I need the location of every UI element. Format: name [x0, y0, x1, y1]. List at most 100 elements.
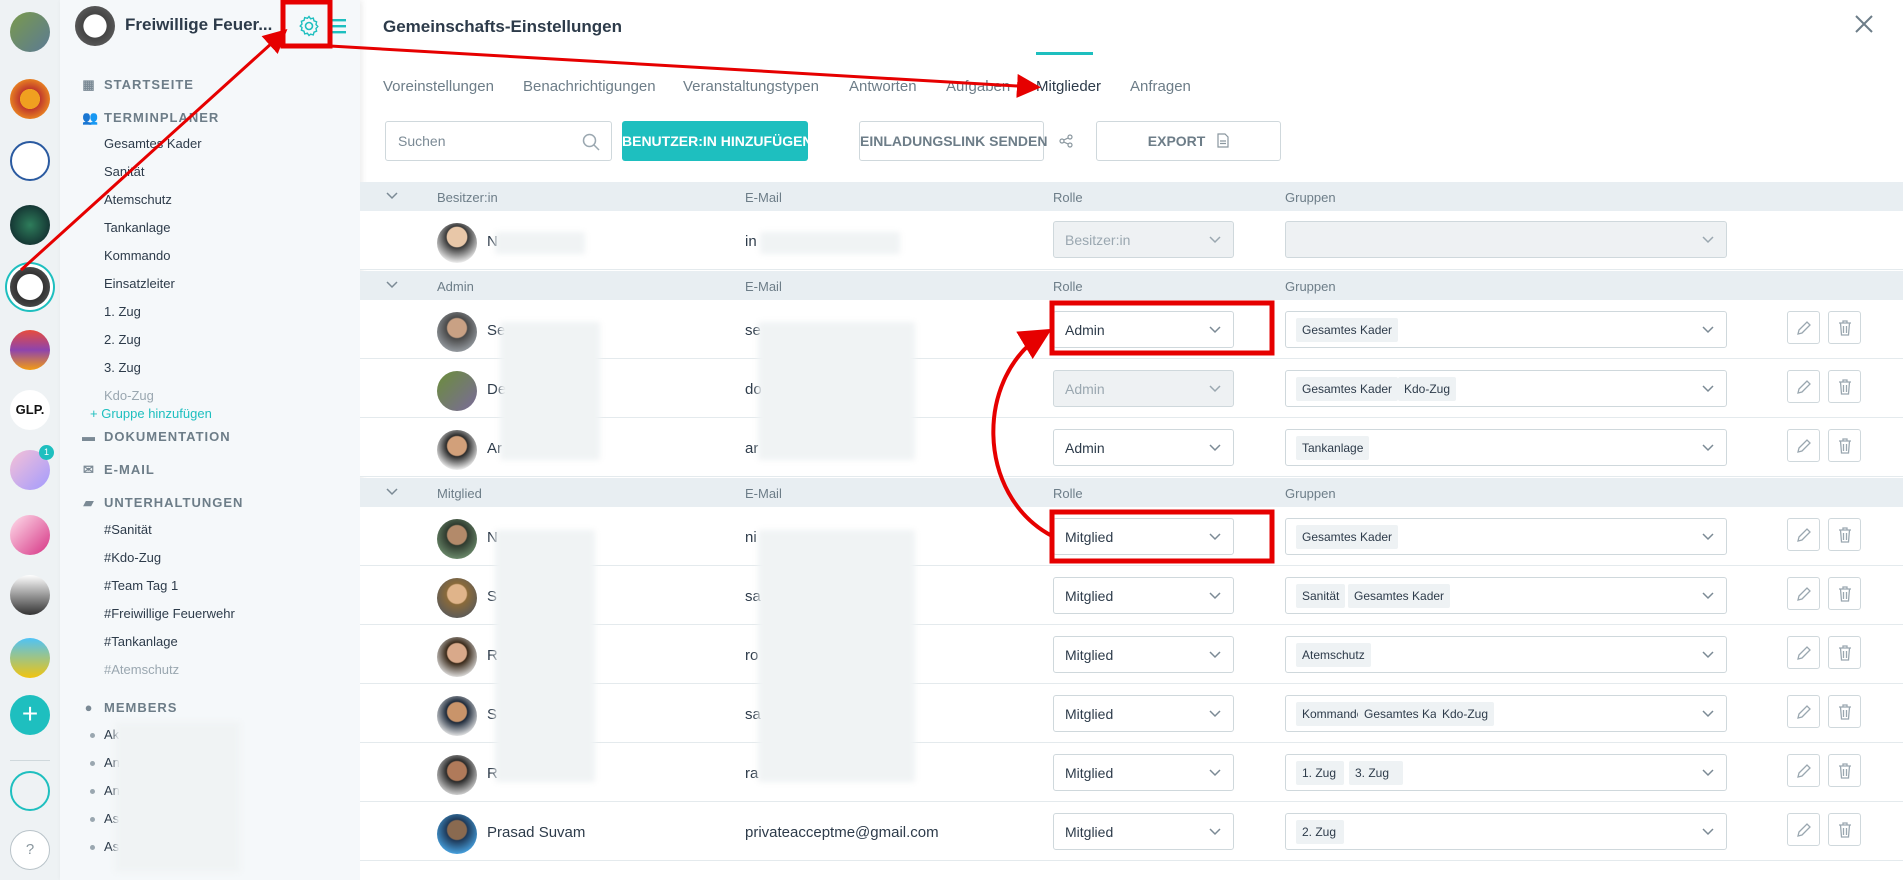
collapse-chevron-icon[interactable]: [386, 487, 398, 497]
edit-button[interactable]: [1787, 577, 1820, 610]
planner-group-item[interactable]: Atemschutz: [104, 192, 172, 207]
planner-group-item[interactable]: Gesamtes Kader: [104, 136, 202, 151]
planner-group-item[interactable]: 3. Zug: [104, 360, 141, 375]
planner-group-item[interactable]: Sanität: [104, 164, 144, 179]
channel-item[interactable]: #Sanität: [104, 522, 152, 537]
role-select[interactable]: Mitglied: [1053, 754, 1234, 791]
groups-select[interactable]: Kommando Gesamtes Kader Kdo-Zug: [1285, 695, 1727, 732]
search-input[interactable]: [398, 133, 568, 149]
tab-notifications[interactable]: Benachrichtigungen: [523, 78, 656, 95]
community-rail: GLP. 1 + ?: [0, 0, 60, 880]
groups-select[interactable]: Gesamtes Kader: [1285, 518, 1727, 555]
community-avatar-4[interactable]: [10, 205, 50, 245]
role-select[interactable]: Mitglied: [1053, 518, 1234, 555]
delete-button[interactable]: [1828, 754, 1861, 787]
community-name[interactable]: Freiwillige Feuer...: [125, 15, 285, 35]
delete-button[interactable]: [1828, 577, 1861, 610]
planner-group-item[interactable]: Kdo-Zug: [104, 388, 154, 403]
delete-button[interactable]: [1828, 429, 1861, 462]
tab-tasks[interactable]: Aufgaben: [946, 78, 1010, 95]
edit-button[interactable]: [1787, 813, 1820, 846]
groups-select[interactable]: 2. Zug: [1285, 813, 1727, 850]
groups-select[interactable]: Tankanlage: [1285, 429, 1727, 466]
collapse-chevron-icon[interactable]: [386, 191, 398, 201]
community-avatar-11[interactable]: [10, 638, 50, 678]
nav-documentation[interactable]: ▬ DOKUMENTATION: [82, 429, 231, 444]
role-select[interactable]: Mitglied: [1053, 636, 1234, 673]
edit-button[interactable]: [1787, 311, 1820, 344]
discover-icon[interactable]: [10, 771, 50, 811]
delete-button[interactable]: [1828, 695, 1861, 728]
delete-button[interactable]: [1828, 311, 1861, 344]
trash-icon: [1839, 438, 1851, 454]
community-avatar-glp[interactable]: GLP.: [10, 390, 50, 430]
channel-item[interactable]: #Team Tag 1: [104, 578, 178, 593]
community-avatar-10[interactable]: [10, 575, 50, 615]
groups-select[interactable]: Gesamtes Kader: [1285, 311, 1727, 348]
role-select[interactable]: Admin: [1053, 429, 1234, 466]
channel-item[interactable]: #Freiwillige Feuerwehr: [104, 606, 235, 621]
group-chip: 3. Zug: [1349, 761, 1403, 785]
tab-requests[interactable]: Anfragen: [1130, 78, 1191, 95]
edit-button[interactable]: [1787, 695, 1820, 728]
add-group-link[interactable]: + Gruppe hinzufügen: [90, 406, 212, 421]
role-select[interactable]: Mitglied: [1053, 577, 1234, 614]
nav-planner[interactable]: 👥 TERMINPLANER: [82, 110, 219, 126]
community-avatar-6[interactable]: [10, 330, 50, 370]
column-header-email: E-Mail: [745, 486, 782, 501]
avatar: [437, 578, 477, 618]
role-select: Admin: [1053, 370, 1234, 407]
collapse-chevron-icon[interactable]: [386, 280, 398, 290]
edit-button[interactable]: [1787, 370, 1820, 403]
nav-members[interactable]: ● MEMBERS: [82, 700, 177, 715]
role-select[interactable]: Mitglied: [1053, 695, 1234, 732]
channel-item[interactable]: #Tankanlage: [104, 634, 178, 649]
delete-button[interactable]: [1828, 518, 1861, 551]
nav-home[interactable]: ▦ STARTSEITE: [82, 77, 194, 93]
delete-button[interactable]: [1828, 813, 1861, 846]
planner-group-item[interactable]: 1. Zug: [104, 304, 141, 319]
column-header-role: Rolle: [1053, 486, 1083, 501]
community-avatar-active[interactable]: [10, 267, 50, 307]
community-avatar-1[interactable]: [10, 12, 50, 52]
edit-button[interactable]: [1787, 518, 1820, 551]
tab-presets[interactable]: Voreinstellungen: [383, 78, 494, 95]
pencil-icon: [1797, 823, 1811, 837]
tab-answers[interactable]: Antworten: [849, 78, 917, 95]
add-community-button[interactable]: +: [10, 695, 50, 735]
planner-group-item[interactable]: Einsatzleiter: [104, 276, 175, 291]
chevron-down-icon: [1209, 385, 1221, 393]
community-avatar-9[interactable]: [10, 515, 50, 555]
send-invite-link-button[interactable]: EINLADUNGSLINK SENDEN: [859, 121, 1073, 161]
planner-group-item[interactable]: 2. Zug: [104, 332, 141, 347]
menu-icon[interactable]: [328, 16, 348, 36]
role-select[interactable]: Mitglied: [1053, 813, 1234, 850]
groups-select[interactable]: Atemschutz: [1285, 636, 1727, 673]
settings-gear-icon[interactable]: [297, 14, 321, 38]
nav-email[interactable]: ✉ E-MAIL: [82, 462, 155, 478]
groups-select[interactable]: 1. Zug 3. Zug: [1285, 754, 1727, 791]
planner-group-item[interactable]: Kommando: [104, 248, 170, 263]
groups-select[interactable]: Sanität Gesamtes Kader: [1285, 577, 1727, 614]
edit-button[interactable]: [1787, 429, 1820, 462]
tab-event-types[interactable]: Veranstaltungstypen: [683, 78, 819, 95]
channel-item[interactable]: #Kdo-Zug: [104, 550, 161, 565]
delete-button[interactable]: [1828, 370, 1861, 403]
delete-button[interactable]: [1828, 636, 1861, 669]
nav-conversations[interactable]: ▰ UNTERHALTUNGEN: [82, 495, 243, 511]
edit-button[interactable]: [1787, 636, 1820, 669]
community-avatar-2[interactable]: [10, 79, 50, 119]
role-select[interactable]: Admin: [1053, 311, 1234, 348]
add-user-button[interactable]: BENUTZER:IN HINZUFÜGEN: [622, 121, 813, 161]
planner-group-item[interactable]: Tankanlage: [104, 220, 171, 235]
search-icon[interactable]: [581, 132, 601, 152]
help-icon[interactable]: ?: [10, 830, 50, 870]
export-button[interactable]: EXPORT: [1096, 121, 1281, 161]
groups-select[interactable]: Gesamtes Kader Kdo-Zug: [1285, 370, 1727, 407]
community-avatar-3[interactable]: [10, 141, 50, 181]
edit-button[interactable]: [1787, 754, 1820, 787]
close-icon[interactable]: [1853, 13, 1875, 35]
avatar: [437, 519, 477, 559]
channel-item[interactable]: #Atemschutz: [104, 662, 179, 677]
tab-members[interactable]: Mitglieder: [1036, 78, 1101, 95]
